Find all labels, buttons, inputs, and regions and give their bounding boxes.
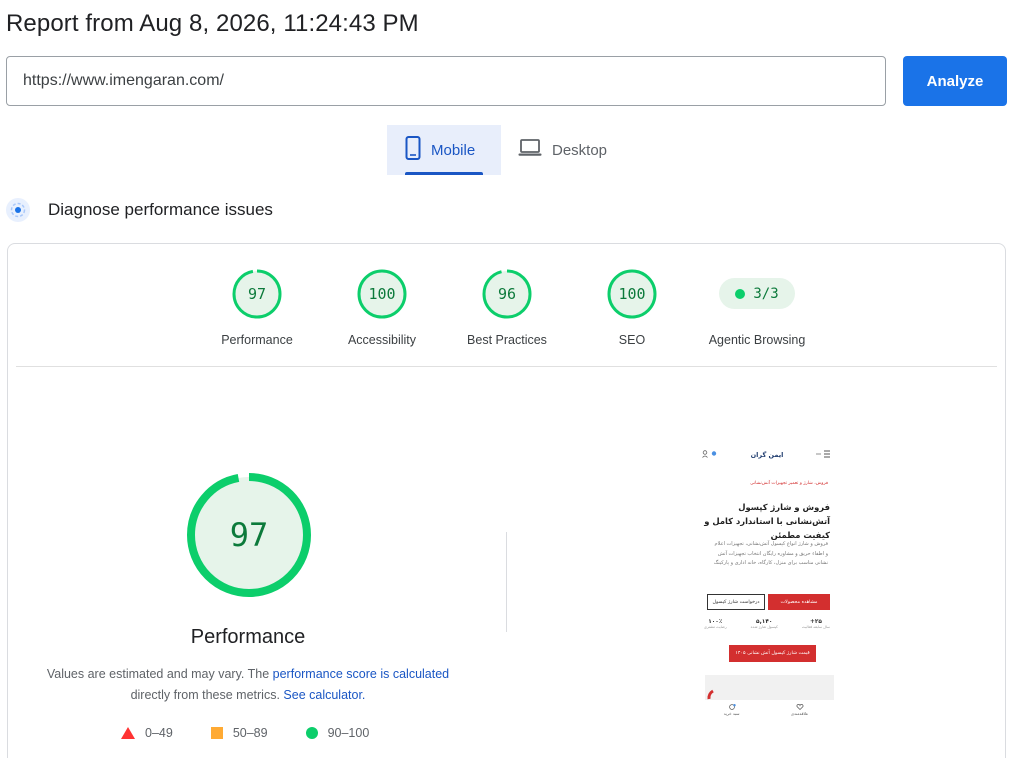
user-icon bbox=[702, 450, 718, 460]
gauge-score: 96 bbox=[497, 285, 517, 303]
phone-bottom-nav: سبد خرید علاقه‌مندی bbox=[698, 700, 834, 720]
report-title: Report from Aug 8, 2026, 11:24:43 PM bbox=[6, 10, 419, 37]
phone-headline: فروش و شارژ کپسول آتش‌نشانی با استاندارد… bbox=[704, 502, 830, 540]
gauge-label: Agentic Browsing bbox=[708, 333, 806, 347]
diagnose-heading: Diagnose performance issues bbox=[6, 198, 273, 222]
gauge-label: Accessibility bbox=[347, 333, 417, 347]
tab-mobile[interactable]: Mobile bbox=[387, 125, 501, 175]
legend-average: 50–89 bbox=[210, 726, 268, 740]
performance-description: Values are estimated and may vary. The p… bbox=[38, 664, 458, 706]
diagnose-title: Diagnose performance issues bbox=[48, 200, 273, 219]
phone-paragraph: فروش و شارژ انواع کپسول آتش‌نشانی، تجهیز… bbox=[713, 541, 828, 566]
agentic-score-pill: 3/3 bbox=[719, 278, 795, 309]
analyze-button[interactable]: Analyze bbox=[903, 56, 1007, 106]
tab-mobile-label: Mobile bbox=[431, 141, 476, 159]
phone-btn-charge: درخواست شارژ کپسول bbox=[707, 594, 765, 610]
menu-icon bbox=[816, 450, 830, 460]
phone-gray-block bbox=[705, 675, 834, 700]
phone-stat: ۲۵+ سال سابقه فعالیت bbox=[802, 619, 830, 629]
legend-fail: 0–49 bbox=[121, 726, 173, 740]
gauge-performance[interactable]: 97 Performance bbox=[197, 269, 317, 347]
gauge-score: 100 bbox=[368, 285, 396, 303]
legend-range: 0–49 bbox=[145, 726, 173, 740]
gauge-ring: 96 bbox=[482, 269, 532, 319]
stat-label: رضایت مشتری bbox=[704, 625, 727, 629]
legend-range: 50–89 bbox=[232, 726, 268, 740]
page-screenshot-thumbnail[interactable]: ایمن گران فروش، شارژ و تعمیر تجهیزات آتش… bbox=[698, 442, 834, 720]
phone-nav-cart: سبد خرید bbox=[724, 704, 740, 716]
gauge-best-practices[interactable]: 96 Best Practices bbox=[447, 269, 567, 347]
vertical-divider bbox=[506, 532, 507, 632]
performance-big-score: 97 bbox=[229, 516, 269, 554]
lab-data-icon bbox=[6, 198, 30, 222]
site-logo: ایمن گران bbox=[750, 451, 784, 459]
report-card: 97 Performance 100 Accessibility 96 Best… bbox=[7, 243, 1006, 758]
nav-label: علاقه‌مندی bbox=[790, 711, 809, 716]
see-calculator-link[interactable]: See calculator. bbox=[283, 688, 365, 702]
laptop-icon bbox=[518, 139, 542, 161]
gauge-score: 97 bbox=[247, 285, 267, 303]
score-legend: 0–49 50–89 90–100 bbox=[121, 726, 407, 740]
performance-title: Performance bbox=[190, 626, 306, 648]
tab-desktop[interactable]: Desktop bbox=[506, 125, 626, 175]
gauge-score: 100 bbox=[618, 285, 646, 303]
legend-range: 90–100 bbox=[327, 726, 370, 740]
phone-breadcrumb: فروش، شارژ و تعمیر تجهیزات آتش‌نشانی bbox=[750, 481, 828, 486]
phone-nav-wishlist: علاقه‌مندی bbox=[791, 704, 808, 716]
tab-selected-indicator bbox=[405, 172, 483, 175]
phone-btn-price: قیمت شارژ کپسول آتش نشانی ۱۴۰۵ bbox=[729, 645, 816, 662]
gauge-accessibility[interactable]: 100 Accessibility bbox=[322, 269, 442, 347]
agentic-score: 3/3 bbox=[753, 285, 779, 302]
desc-text: directly from these metrics. bbox=[130, 688, 284, 702]
score-calculated-link[interactable]: performance score is calculated bbox=[273, 667, 449, 681]
gauge-label: Best Practices bbox=[467, 333, 547, 347]
heart-icon bbox=[796, 704, 803, 710]
url-input[interactable] bbox=[6, 56, 886, 106]
phone-stat: ۵,۱۴۰ کپسول شارژ شده bbox=[751, 619, 778, 629]
gauge-label: Performance bbox=[221, 333, 293, 347]
pass-dot-icon bbox=[735, 288, 746, 299]
performance-big-gauge: 97 bbox=[186, 472, 312, 598]
gauge-ring: 100 bbox=[607, 269, 657, 319]
phone-btn-products: مشاهده محصولات bbox=[768, 594, 830, 610]
gauge-label: SEO bbox=[618, 333, 646, 347]
legend-pass: 90–100 bbox=[305, 726, 370, 740]
phone-stats: ۲۵+ سال سابقه فعالیت ۵,۱۴۰ کپسول شارژ شده … bbox=[704, 619, 830, 629]
phone-stat: ۱۰۰٪ رضایت مشتری bbox=[704, 619, 727, 629]
tab-desktop-label: Desktop bbox=[552, 141, 608, 159]
phone-header: ایمن گران bbox=[698, 448, 834, 462]
stat-label: کپسول شارژ شده bbox=[750, 625, 778, 629]
fail-triangle-icon bbox=[121, 727, 135, 739]
gauge-agentic-browsing[interactable]: 3/3 Agentic Browsing bbox=[697, 269, 817, 347]
average-square-icon bbox=[210, 727, 223, 739]
pass-circle-icon bbox=[305, 727, 318, 739]
nav-label: سبد خرید bbox=[723, 711, 740, 716]
gauge-seo[interactable]: 100 SEO bbox=[572, 269, 692, 347]
smartphone-icon bbox=[405, 136, 421, 164]
gauge-ring: 97 bbox=[232, 269, 282, 319]
desc-text: Values are estimated and may vary. The bbox=[46, 667, 273, 681]
stat-label: سال سابقه فعالیت bbox=[801, 625, 830, 629]
cart-icon bbox=[728, 704, 736, 710]
gauge-ring: 100 bbox=[357, 269, 407, 319]
divider bbox=[16, 366, 997, 367]
